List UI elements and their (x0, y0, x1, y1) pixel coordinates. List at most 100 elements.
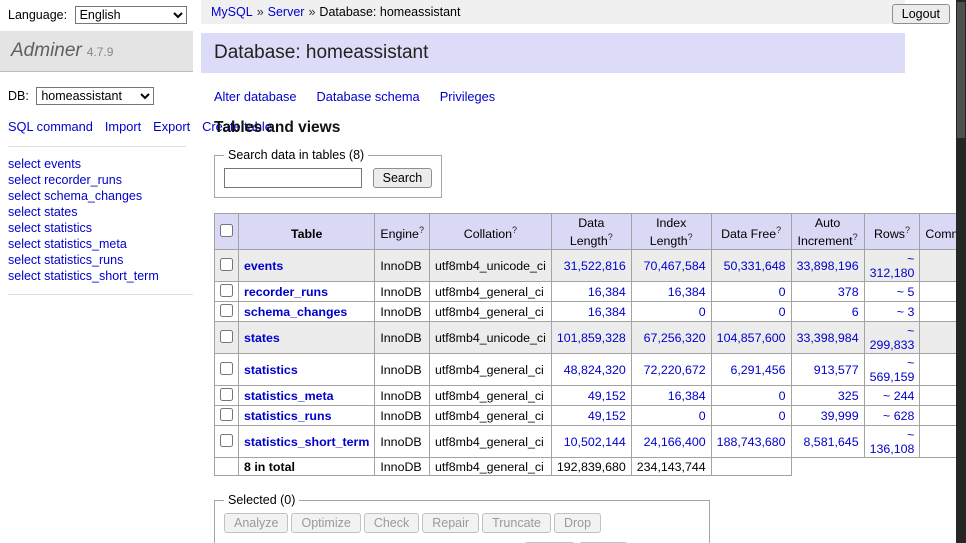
column-help-link[interactable]: ? (776, 225, 781, 235)
database-action-link[interactable]: Alter database (214, 89, 297, 104)
sidebar-table-link[interactable]: select schema_changes (8, 188, 193, 204)
rows-count-link[interactable]: ~ 569,159 (870, 356, 915, 384)
data-free-link[interactable]: 6,291,456 (730, 363, 785, 377)
column-help-link[interactable]: ? (419, 225, 424, 235)
index-length-link[interactable]: 70,467,584 (644, 259, 706, 273)
index-length-link[interactable]: 72,220,672 (644, 363, 706, 377)
data-free-link[interactable]: 50,331,648 (724, 259, 786, 273)
column-help-link[interactable]: ? (608, 232, 613, 242)
column-help-link[interactable]: ? (853, 232, 858, 242)
selected-action-button[interactable]: Truncate (482, 513, 551, 533)
sidebar-action-link[interactable]: Import (105, 119, 141, 134)
selected-action-button[interactable]: Drop (554, 513, 601, 533)
row-checkbox[interactable] (220, 388, 233, 401)
data-length-link[interactable]: 16,384 (588, 285, 626, 299)
data-free-link[interactable]: 188,743,680 (717, 435, 786, 449)
logout-button[interactable]: Logout (892, 4, 950, 24)
row-checkbox[interactable] (220, 362, 233, 375)
rows-count-link[interactable]: ~ 244 (883, 389, 914, 403)
data-length-link[interactable]: 101,859,328 (557, 331, 626, 345)
search-button[interactable]: Search (373, 168, 433, 188)
database-action-link[interactable]: Privileges (440, 89, 495, 104)
auto-increment-link[interactable]: 33,398,984 (797, 331, 859, 345)
auto-increment-link[interactable]: 378 (838, 285, 859, 299)
app-name[interactable]: Adminer (11, 40, 82, 61)
sidebar-table-link[interactable]: select statistics (8, 220, 193, 236)
rows-count-link[interactable]: ~ 136,108 (870, 428, 915, 456)
sidebar-action-link[interactable]: Export (153, 119, 190, 134)
data-free-link[interactable]: 104,857,600 (717, 331, 786, 345)
data-free-link[interactable]: 0 (779, 305, 786, 319)
tables-overview: Table Engine? Collation? Data Length? In… (214, 213, 966, 476)
scrollbar-thumb[interactable] (957, 2, 965, 138)
sidebar-table-link[interactable]: select statistics_short_term (8, 268, 193, 284)
rows-count-link[interactable]: ~ 3 (897, 305, 915, 319)
data-length-link[interactable]: 49,152 (588, 409, 626, 423)
table-name-link[interactable]: schema_changes (244, 305, 347, 319)
auto-increment-link[interactable]: 913,577 (814, 363, 859, 377)
sidebar-table-link[interactable]: select states (8, 204, 193, 220)
table-row: statistics_meta InnoDB utf8mb4_general_c… (215, 386, 966, 406)
selected-action-button[interactable]: Analyze (224, 513, 288, 533)
data-length-link[interactable]: 16,384 (588, 305, 626, 319)
sidebar-table-link[interactable]: select statistics_runs (8, 252, 193, 268)
selected-action-button[interactable]: Check (364, 513, 419, 533)
data-length-link[interactable]: 31,522,816 (564, 259, 626, 273)
index-length-link[interactable]: 0 (699, 305, 706, 319)
rows-count-link[interactable]: ~ 628 (883, 409, 914, 423)
table-name-link[interactable]: recorder_runs (244, 285, 328, 299)
auto-increment-link[interactable]: 39,999 (821, 409, 859, 423)
row-checkbox[interactable] (220, 330, 233, 343)
table-name-link[interactable]: states (244, 331, 280, 345)
breadcrumb-server-link[interactable]: MySQL (211, 5, 253, 19)
index-length-link[interactable]: 0 (699, 409, 706, 423)
auto-increment-link[interactable]: 33,898,196 (797, 259, 859, 273)
column-header: Rows? (864, 214, 920, 250)
data-length-link[interactable]: 10,502,144 (564, 435, 626, 449)
total-index-length: 234,143,744 (631, 458, 711, 476)
rows-count-link[interactable]: ~ 299,833 (870, 324, 915, 352)
selected-action-button[interactable]: Optimize (291, 513, 360, 533)
index-length-link[interactable]: 24,166,400 (644, 435, 706, 449)
data-length-link[interactable]: 49,152 (588, 389, 626, 403)
sidebar-table-link[interactable]: select events (8, 156, 193, 172)
table-name-link[interactable]: statistics_meta (244, 389, 334, 403)
column-help-link[interactable]: ? (905, 225, 910, 235)
column-help-link[interactable]: ? (512, 225, 517, 235)
selected-action-button[interactable]: Repair (422, 513, 479, 533)
column-header-label: Data Length (570, 216, 608, 248)
selected-buttons: AnalyzeOptimizeCheckRepairTruncateDrop (224, 513, 700, 533)
table-name-link[interactable]: statistics_runs (244, 409, 331, 423)
db-select[interactable]: homeassistant (36, 87, 154, 105)
database-action-link[interactable]: Database schema (317, 89, 420, 104)
row-checkbox[interactable] (220, 304, 233, 317)
row-checkbox[interactable] (220, 434, 233, 447)
breadcrumb-host-link[interactable]: Server (268, 5, 305, 19)
table-name-link[interactable]: events (244, 259, 283, 273)
index-length-link[interactable]: 16,384 (668, 389, 706, 403)
sidebar-action-link[interactable]: SQL command (8, 119, 93, 134)
auto-increment-link[interactable]: 6 (852, 305, 859, 319)
data-free-link[interactable]: 0 (779, 285, 786, 299)
rows-count-link[interactable]: ~ 5 (897, 285, 915, 299)
table-name-link[interactable]: statistics_short_term (244, 435, 369, 449)
auto-increment-link[interactable]: 8,581,645 (803, 435, 858, 449)
column-help-link[interactable]: ? (688, 232, 693, 242)
row-checkbox[interactable] (220, 258, 233, 271)
index-length-link[interactable]: 67,256,320 (644, 331, 706, 345)
row-checkbox[interactable] (220, 284, 233, 297)
sidebar-table-link[interactable]: select statistics_meta (8, 236, 193, 252)
sidebar-table-link[interactable]: select recorder_runs (8, 172, 193, 188)
index-length-link[interactable]: 16,384 (668, 285, 706, 299)
search-input[interactable] (224, 168, 362, 188)
data-length-link[interactable]: 48,824,320 (564, 363, 626, 377)
data-free-link[interactable]: 0 (779, 409, 786, 423)
auto-increment-link[interactable]: 325 (838, 389, 859, 403)
row-checkbox[interactable] (220, 408, 233, 421)
select-all-checkbox[interactable] (220, 224, 233, 237)
language-select[interactable]: English (75, 6, 187, 24)
table-name-link[interactable]: statistics (244, 363, 298, 377)
vertical-scrollbar[interactable] (956, 0, 966, 543)
rows-count-link[interactable]: ~ 312,180 (870, 252, 915, 280)
data-free-link[interactable]: 0 (779, 389, 786, 403)
